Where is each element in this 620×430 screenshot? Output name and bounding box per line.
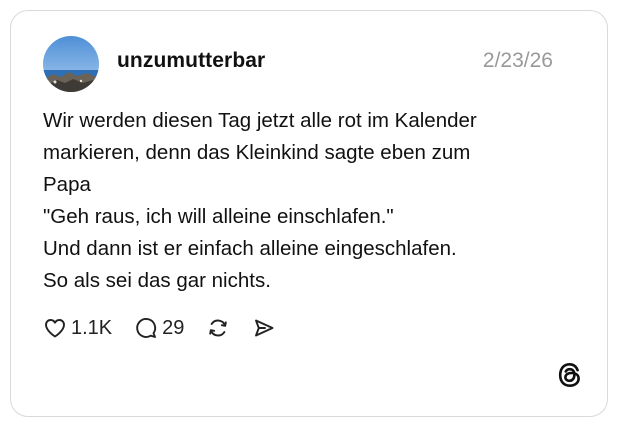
post-text-line: "Geh raus, ich will alleine einschlafen.… [43, 205, 394, 228]
post-text-line: So als sei das gar nichts. [43, 269, 271, 292]
heart-icon [45, 319, 65, 338]
post-text-line: Papa [43, 173, 91, 196]
avatar[interactable] [43, 36, 99, 92]
post-text: Wir werden diesen Tag jetzt alle rot im … [43, 105, 583, 297]
like-button[interactable]: 1.1K [43, 316, 112, 340]
threads-logo-icon [555, 360, 585, 390]
threads-post-card: unzumutterbar 2/23/26 Wir werden diesen … [10, 10, 608, 417]
post-text-line: Und dann ist er einfach alleine eingesch… [43, 237, 457, 260]
send-icon [255, 319, 274, 337]
reply-count: 29 [162, 316, 185, 339]
share-button[interactable] [252, 316, 276, 340]
avatar-image [43, 36, 99, 92]
post-text-line: markieren, denn das Kleinkind sagte eben… [43, 141, 471, 164]
repost-button[interactable] [206, 316, 230, 340]
repost-icon [209, 319, 228, 337]
post-date: 2/23/26 [482, 49, 553, 72]
post-text-line: Wir werden diesen Tag jetzt alle rot im … [43, 109, 477, 132]
comment-icon [136, 318, 157, 338]
like-count: 1.1K [71, 316, 113, 339]
reply-button[interactable]: 29 [134, 316, 184, 340]
post-actions-bar: 1.1K 29 [43, 313, 298, 343]
post-username[interactable]: unzumutterbar [117, 49, 265, 73]
